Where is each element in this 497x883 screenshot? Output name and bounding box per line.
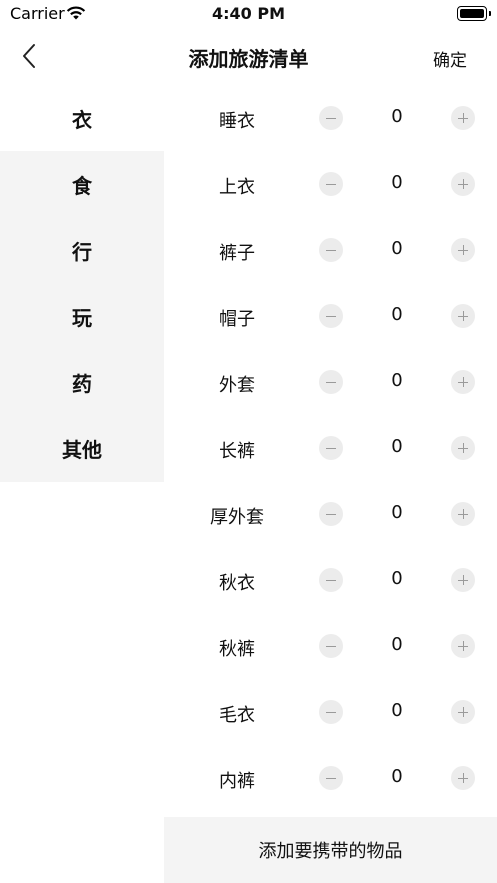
item-quantity: 0	[391, 106, 403, 127]
minus-icon	[326, 711, 336, 713]
decrease-button[interactable]	[319, 106, 343, 130]
item-name: 帽子	[219, 309, 255, 330]
minus-icon	[326, 777, 336, 779]
minus-icon	[326, 315, 336, 317]
decrease-button[interactable]	[319, 370, 343, 394]
item-name: 裤子	[219, 243, 255, 264]
category-transport[interactable]: 行	[0, 217, 164, 283]
nav-bar: 添加旅游清单 确定	[0, 30, 497, 82]
minus-icon	[326, 183, 336, 185]
confirm-button[interactable]: 确定	[433, 46, 467, 71]
decrease-button[interactable]	[319, 436, 343, 460]
item-quantity: 0	[391, 370, 403, 391]
increase-button[interactable]	[451, 568, 475, 592]
status-bar: Carrier 4:40 PM	[0, 0, 497, 30]
minus-icon	[326, 249, 336, 251]
status-time: 4:40 PM	[211, 4, 285, 23]
minus-icon	[326, 381, 336, 383]
item-quantity: 0	[391, 304, 403, 325]
list-item: 上衣 0	[164, 151, 497, 217]
increase-button[interactable]	[451, 106, 475, 130]
item-quantity: 0	[391, 766, 403, 787]
minus-icon	[326, 117, 336, 119]
list-item: 长裤 0	[164, 415, 497, 481]
list-item: 秋裤 0	[164, 613, 497, 679]
category-entertainment[interactable]: 玩	[0, 283, 164, 349]
increase-button[interactable]	[451, 172, 475, 196]
item-name: 长裤	[219, 441, 255, 462]
increase-button[interactable]	[451, 304, 475, 328]
decrease-button[interactable]	[319, 238, 343, 262]
list-item: 毛衣 0	[164, 679, 497, 745]
item-name: 厚外套	[210, 507, 264, 528]
item-quantity: 0	[391, 634, 403, 655]
item-name: 秋裤	[219, 639, 255, 660]
item-name: 睡衣	[219, 111, 255, 132]
increase-button[interactable]	[451, 700, 475, 724]
battery-icon	[457, 6, 491, 21]
decrease-button[interactable]	[319, 172, 343, 196]
category-food[interactable]: 食	[0, 151, 164, 217]
increase-button[interactable]	[451, 634, 475, 658]
category-sidebar: 衣 食 行 玩 药 其他	[0, 85, 164, 482]
decrease-button[interactable]	[319, 568, 343, 592]
increase-button[interactable]	[451, 238, 475, 262]
item-name: 外套	[219, 375, 255, 396]
list-item: 外套 0	[164, 349, 497, 415]
category-medicine[interactable]: 药	[0, 349, 164, 415]
minus-icon	[326, 447, 336, 449]
item-quantity: 0	[391, 238, 403, 259]
decrease-button[interactable]	[319, 304, 343, 328]
increase-button[interactable]	[451, 436, 475, 460]
list-item: 秋衣 0	[164, 547, 497, 613]
item-quantity: 0	[391, 436, 403, 457]
increase-button[interactable]	[451, 766, 475, 790]
list-item: 帽子 0	[164, 283, 497, 349]
item-name: 秋衣	[219, 573, 255, 594]
minus-icon	[326, 513, 336, 515]
item-quantity: 0	[391, 502, 403, 523]
list-item: 裤子 0	[164, 217, 497, 283]
add-item-button[interactable]: 添加要携带的物品	[164, 817, 497, 883]
decrease-button[interactable]	[319, 502, 343, 526]
minus-icon	[326, 579, 336, 581]
category-clothing[interactable]: 衣	[0, 85, 164, 151]
decrease-button[interactable]	[319, 634, 343, 658]
item-quantity: 0	[391, 700, 403, 721]
item-name: 上衣	[219, 177, 255, 198]
list-item: 内裤 0	[164, 745, 497, 811]
item-name: 内裤	[219, 771, 255, 792]
decrease-button[interactable]	[319, 766, 343, 790]
item-quantity: 0	[391, 568, 403, 589]
increase-button[interactable]	[451, 502, 475, 526]
item-name: 毛衣	[219, 705, 255, 726]
page-title: 添加旅游清单	[188, 47, 309, 71]
category-other[interactable]: 其他	[0, 415, 164, 481]
decrease-button[interactable]	[319, 700, 343, 724]
minus-icon	[326, 645, 336, 647]
list-item: 睡衣 0	[164, 85, 497, 151]
increase-button[interactable]	[451, 370, 475, 394]
item-quantity: 0	[391, 172, 403, 193]
list-item: 厚外套 0	[164, 481, 497, 547]
